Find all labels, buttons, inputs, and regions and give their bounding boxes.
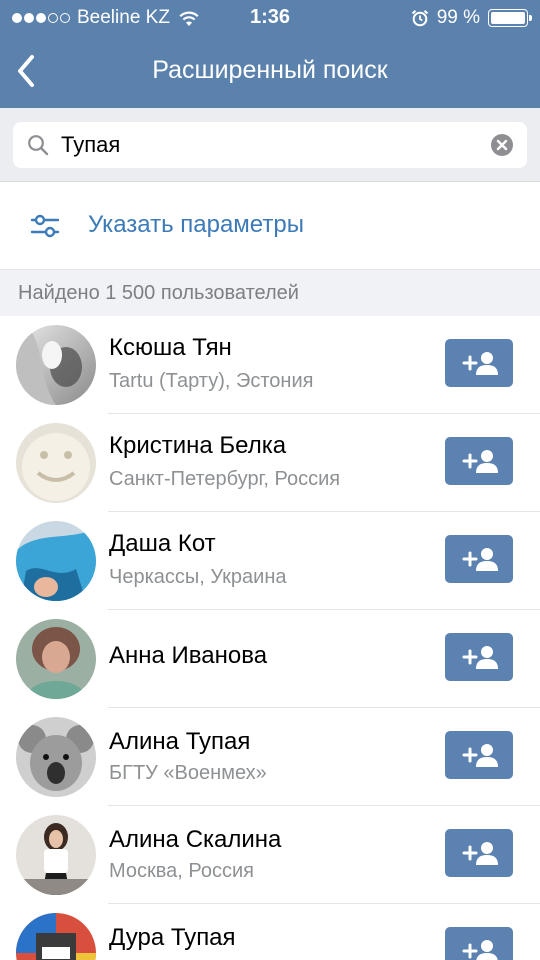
sliders-icon [30,214,60,238]
add-friend-button[interactable] [445,339,513,387]
status-bar: Beeline KZ 1:36 99 % [0,0,540,36]
user-name[interactable]: Дура Тупая [109,924,236,952]
search-box[interactable] [13,122,527,168]
add-friend-icon [462,842,498,865]
battery-percent: 99 % [436,7,480,28]
user-name[interactable]: Даша Кот [109,530,216,558]
add-friend-button[interactable] [445,535,513,583]
user-name[interactable]: Алина Тупая [109,728,250,756]
add-friend-icon [462,548,498,571]
add-friend-button[interactable] [445,927,513,960]
add-friend-button[interactable] [445,731,513,779]
avatar[interactable] [16,521,96,601]
list-item[interactable]: Даша Кот Черкассы, Украина [0,512,540,610]
user-location: Москва, Россия [109,860,254,882]
user-list: Ксюша Тян Tartu (Тарту), Эстония Кристин… [0,316,540,960]
battery-icon [488,9,532,27]
add-friend-icon [462,744,498,767]
avatar[interactable] [16,717,96,797]
list-item[interactable]: Алина Тупая БГТУ «Военмех» [0,708,540,806]
avatar[interactable] [16,325,96,405]
search-input[interactable] [61,122,481,168]
user-name[interactable]: Алина Скалина [109,826,281,854]
search-icon [28,135,49,156]
add-friend-icon [462,646,498,669]
results-header: Найдено 1 500 пользователей [0,270,540,316]
user-location: Черкассы, Украина [109,566,287,588]
list-item[interactable]: Ксюша Тян Tartu (Тарту), Эстония [0,316,540,414]
avatar[interactable] [16,913,96,960]
results-count: Найдено 1 500 пользователей [18,282,299,304]
alarm-clock-icon [411,10,428,27]
avatar[interactable] [16,815,96,895]
user-university: БГТУ «Военмех» [109,762,267,784]
search-bar [0,108,540,182]
status-right: 99 % [411,6,532,30]
specify-parameters-row[interactable]: Указать параметры [0,182,540,270]
user-name[interactable]: Анна Иванова [109,642,267,670]
clear-search-icon[interactable] [490,133,514,157]
list-item[interactable]: Дура Тупая [0,904,540,960]
list-item[interactable]: Алина Скалина Москва, Россия [0,806,540,904]
specify-parameters-label: Указать параметры [88,211,304,238]
avatar[interactable] [16,423,96,503]
page-title: Расширенный поиск [152,56,388,84]
list-item[interactable]: Кристина Белка Санкт-Петербург, Россия [0,414,540,512]
user-name[interactable]: Кристина Белка [109,432,286,460]
add-friend-button[interactable] [445,633,513,681]
user-name[interactable]: Ксюша Тян [109,334,232,362]
add-friend-button[interactable] [445,829,513,877]
add-friend-icon [462,940,498,960]
user-location: Tartu (Тарту), Эстония [109,370,314,392]
add-friend-button[interactable] [445,437,513,485]
top-bar: Beeline KZ 1:36 99 % Расширенный поиск [0,0,540,108]
add-friend-icon [462,450,498,473]
user-location: Санкт-Петербург, Россия [109,468,341,490]
add-friend-icon [462,352,498,375]
list-item[interactable]: Анна Иванова [0,610,540,708]
avatar[interactable] [16,619,96,699]
